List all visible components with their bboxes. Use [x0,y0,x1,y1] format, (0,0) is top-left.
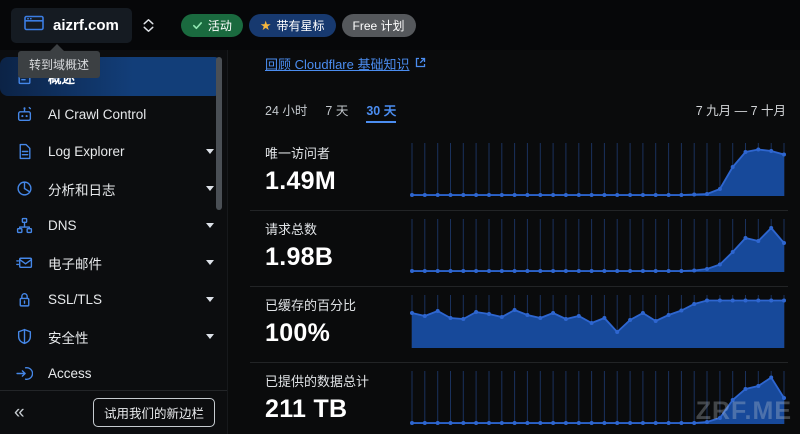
metrics-list: 唯一访问者 1.49M 请求总数 1.98B 已缓存的百分比 100% 已提供的数据总计 21… [250,135,788,434]
sidebar-item-log-explorer[interactable]: Log Explorer [0,133,227,170]
external-link-icon [415,56,426,71]
metric-info-total-data-served: 已提供的数据总计 211 TB [250,371,408,424]
star-icon: ★ [260,19,272,32]
metric-info-total-requests: 请求总数 1.98B [250,219,408,272]
date-range-label: 7 九月 — 7 十月 [696,100,788,119]
sidebar-item-access[interactable]: Access [0,355,227,392]
review-fundamentals-link[interactable]: 回顾 Cloudflare 基础知识 [265,54,426,73]
metric-row-total-data-served: 已提供的数据总计 211 TB [250,363,788,434]
badge-starred: ★ 带有星标 [249,14,336,37]
log-explorer-icon [16,143,33,160]
sidebar-scrollbar[interactable] [216,57,222,210]
metric-info-unique-visitors: 唯一访问者 1.49M [250,143,408,196]
chevron-down-icon[interactable] [206,186,214,191]
tab-24h[interactable]: 24 小时 [265,100,307,119]
sidebar-item-label: Access [48,366,214,381]
chevron-down-icon[interactable] [206,260,214,265]
chevron-down-icon[interactable] [206,223,214,228]
ai-crawl-icon [16,106,33,123]
sidebar-item-label: 电子邮件 [48,253,191,273]
metric-label: 唯一访问者 [265,143,408,162]
chart-total-requests[interactable] [408,219,788,277]
domain-selector[interactable]: aizrf.com [11,8,132,43]
badge-label: 带有星标 [277,17,325,34]
sidebar-item-security[interactable]: 安全性 [0,318,227,355]
chevron-down-icon[interactable] [206,297,214,302]
sidebar: 概述AI Crawl ControlLog Explorer分析和日志DNS电子… [0,50,228,434]
metric-value: 100% [265,319,408,348]
access-icon [16,365,33,382]
chart-unique-visitors[interactable] [408,143,788,201]
main-content: 回顾 Cloudflare 基础知识 24 小时 7 天 30 天 7 九月 — 7… [228,50,800,434]
sidebar-footer: « 试用我们的新边栏 [0,390,227,434]
try-new-sidebar-button[interactable]: 试用我们的新边栏 [93,398,215,427]
metric-label: 已缓存的百分比 [265,295,408,314]
dns-icon [16,217,33,234]
check-icon [192,20,203,31]
sidebar-item-label: AI Crawl Control [48,107,214,122]
collapse-sidebar-icon[interactable]: « [14,403,25,422]
chart-percent-cached[interactable] [408,295,788,353]
tab-30d[interactable]: 30 天 [366,100,396,123]
sidebar-item-dns[interactable]: DNS [0,207,227,244]
domain-name: aizrf.com [53,17,119,34]
sidebar-item-label: 分析和日志 [48,179,191,199]
sidebar-item-label: SSL/TLS [48,292,191,307]
metric-row-total-requests: 请求总数 1.98B [250,211,788,287]
time-range-tabs: 24 小时 7 天 30 天 7 九月 — 7 十月 [265,100,788,123]
metric-value: 211 TB [265,395,408,424]
badge-label: Free 计划 [353,17,405,34]
metric-row-unique-visitors: 唯一访问者 1.49M [250,135,788,211]
chevron-down-icon[interactable] [206,149,214,154]
metric-row-percent-cached: 已缓存的百分比 100% [250,287,788,363]
ssl-icon [16,291,33,308]
chart-total-data-served[interactable] [408,371,788,429]
updown-chevron-icon[interactable] [141,17,156,34]
badge-plan: Free 计划 [342,14,416,37]
sidebar-item-label: Log Explorer [48,144,191,159]
analytics-icon [16,180,33,197]
sidebar-item-label: DNS [48,218,191,233]
chevron-down-icon[interactable] [206,334,214,339]
badge-active: 活动 [181,14,243,37]
badge-label: 活动 [208,17,232,34]
email-icon [16,254,33,271]
sidebar-item-label: 安全性 [48,327,191,347]
browser-window-icon [24,15,44,36]
sidebar-nav: 概述AI Crawl ControlLog Explorer分析和日志DNS电子… [0,50,227,392]
metric-label: 请求总数 [265,219,408,238]
metric-label: 已提供的数据总计 [265,371,408,390]
status-badges: 活动 ★ 带有星标 Free 计划 [181,14,416,37]
tab-7d[interactable]: 7 天 [325,100,348,119]
sidebar-item-ssl-tls[interactable]: SSL/TLS [0,281,227,318]
sidebar-item-ai-crawl-control[interactable]: AI Crawl Control [0,96,227,133]
sidebar-item-email[interactable]: 电子邮件 [0,244,227,281]
metric-info-percent-cached: 已缓存的百分比 100% [250,295,408,348]
topbar: aizrf.com 活动 ★ 带有星标 Free 计划 [0,0,800,50]
metric-value: 1.98B [265,243,408,272]
tooltip-go-to-domain-overview: 转到域概述 [18,51,100,78]
security-icon [16,328,33,345]
metric-value: 1.49M [265,167,408,196]
sidebar-item-analytics-logs[interactable]: 分析和日志 [0,170,227,207]
review-link-label: 回顾 Cloudflare 基础知识 [265,54,409,73]
